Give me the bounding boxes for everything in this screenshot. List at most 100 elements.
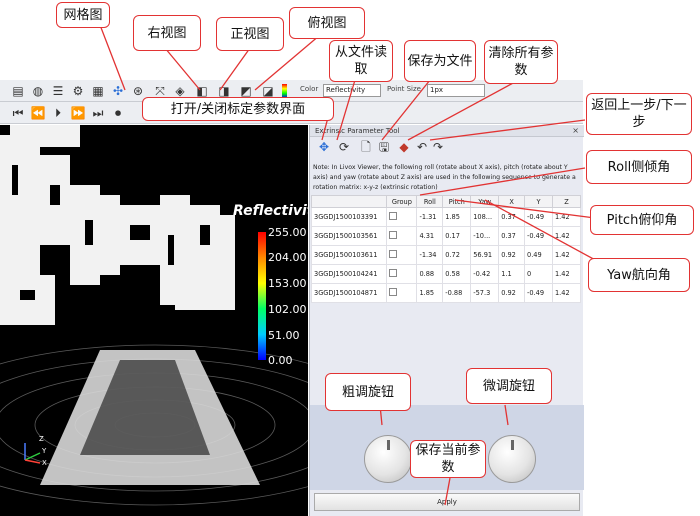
y-cell[interactable]: 0: [524, 264, 553, 284]
legend-tick: 204.00: [268, 251, 307, 264]
legend-tick: 153.00: [268, 277, 307, 290]
table-row[interactable]: 3GGDJ1500103561 4.31 0.17 -10... 0.37 -0…: [310, 226, 582, 246]
y-cell[interactable]: -0.49: [524, 283, 553, 303]
parameter-table: Group Roll Pitch Yaw X Y Z 3GGDJ15001033…: [310, 195, 582, 303]
table-row[interactable]: 3GGDJ1500104871 1.85 -0.88 -57.3 0.92 -0…: [310, 283, 582, 303]
column-header: Group: [386, 195, 418, 208]
point-size-label: Point Size: [387, 85, 421, 93]
record-icon[interactable]: ⏺: [110, 105, 126, 121]
color-bar-icon[interactable]: [282, 84, 287, 98]
column-header: [310, 195, 388, 208]
toggle-panel-icon[interactable]: ✥: [316, 139, 332, 155]
close-icon[interactable]: ×: [572, 125, 579, 137]
column-header: Y: [524, 195, 553, 208]
legend-tick: 51.00: [268, 329, 300, 342]
table-header-row: Group Roll Pitch Yaw X Y Z: [310, 195, 582, 208]
roll-cell[interactable]: 1.85: [416, 283, 444, 303]
color-label: Color: [300, 85, 319, 93]
color-select[interactable]: Reflectivity: [323, 84, 381, 97]
globe-icon[interactable]: ◍: [30, 83, 46, 99]
gear-icon[interactable]: ⚙: [70, 83, 86, 99]
yaw-cell[interactable]: 108...: [470, 207, 500, 227]
callout-right-view: 右视图: [133, 15, 201, 51]
grid-icon[interactable]: ▦: [90, 83, 106, 99]
column-header: Roll: [416, 195, 444, 208]
pitch-cell[interactable]: 1.85: [442, 207, 472, 227]
panel-title: Extrinsic Parameter Tool: [310, 125, 584, 137]
z-cell[interactable]: 1.42: [551, 283, 582, 303]
y-cell[interactable]: -0.49: [524, 207, 553, 227]
yaw-cell[interactable]: -0.42: [470, 264, 500, 284]
roll-cell[interactable]: 0.88: [416, 264, 444, 284]
callout-front-view: 正视图: [216, 17, 284, 51]
rewind-icon[interactable]: ⏪: [30, 105, 46, 121]
pitch-cell[interactable]: 0.58: [442, 264, 472, 284]
apply-button[interactable]: Apply: [314, 493, 580, 511]
roll-cell[interactable]: -1.31: [416, 207, 444, 227]
x-cell[interactable]: 0.37: [498, 207, 525, 227]
axis-label-z: Z: [39, 435, 44, 443]
rotate-icon[interactable]: ⟳: [336, 139, 352, 155]
z-cell[interactable]: 1.42: [551, 226, 582, 246]
callout-yaw: Yaw航向角: [588, 258, 690, 292]
y-cell[interactable]: 0.49: [524, 245, 553, 265]
column-header: Z: [551, 195, 582, 208]
callout-read-file: 从文件读取: [329, 40, 393, 82]
redo-icon[interactable]: ↷: [430, 139, 446, 155]
pitch-cell[interactable]: -0.88: [442, 283, 472, 303]
list-icon[interactable]: ☰: [50, 83, 66, 99]
group-checkbox[interactable]: [386, 207, 418, 227]
fine-knob[interactable]: [488, 435, 536, 483]
table-row[interactable]: 3GGDJ1500103611 -1.34 0.72 56.91 0.92 0.…: [310, 245, 582, 265]
callout-roll: Roll侧倾角: [586, 150, 692, 184]
point-size-select[interactable]: 1px: [427, 84, 485, 97]
callout-fine-knob: 微调旋钮: [466, 368, 552, 404]
save-file-icon[interactable]: 🖫: [376, 139, 392, 155]
group-checkbox[interactable]: [386, 283, 418, 303]
legend-tick: 0.00: [268, 354, 293, 367]
callout-pitch: Pitch俯仰角: [590, 205, 694, 235]
callout-top-view: 俯视图: [289, 7, 365, 39]
yaw-cell[interactable]: 56.91: [470, 245, 500, 265]
group-checkbox[interactable]: [386, 245, 418, 265]
device-id: 3GGDJ1500103561: [310, 226, 388, 246]
sphere-icon[interactable]: ⊛: [130, 83, 146, 99]
eraser-icon[interactable]: ◆: [396, 139, 412, 155]
folder-icon[interactable]: ▤: [10, 83, 26, 99]
yaw-cell[interactable]: -57.3: [470, 283, 500, 303]
pitch-cell[interactable]: 0.17: [442, 226, 472, 246]
z-cell[interactable]: 1.42: [551, 207, 582, 227]
x-cell[interactable]: 0.92: [498, 245, 525, 265]
device-id: 3GGDJ1500104241: [310, 264, 388, 284]
rotation-note: Note: In Livox Viewer, the following rol…: [313, 164, 576, 191]
axis-label-x: X: [42, 459, 47, 467]
skip-end-icon[interactable]: ⏭: [90, 105, 106, 121]
table-row[interactable]: 3GGDJ1500103391 -1.31 1.85 108... 0.37 -…: [310, 207, 582, 227]
forward-icon[interactable]: ⏩: [70, 105, 86, 121]
y-cell[interactable]: -0.49: [524, 226, 553, 246]
skip-start-icon[interactable]: ⏮: [10, 105, 26, 121]
knob-indicator: [387, 440, 390, 450]
coarse-knob[interactable]: [364, 435, 412, 483]
table-row[interactable]: 3GGDJ1500104241 0.88 0.58 -0.42 1.1 0 1.…: [310, 264, 582, 284]
roll-cell[interactable]: 4.31: [416, 226, 444, 246]
z-cell[interactable]: 1.42: [551, 245, 582, 265]
column-header: X: [498, 195, 525, 208]
callout-save-current: 保存当前参数: [410, 440, 486, 478]
undo-icon[interactable]: ↶: [414, 139, 430, 155]
x-cell[interactable]: 0.37: [498, 226, 525, 246]
roll-cell[interactable]: -1.34: [416, 245, 444, 265]
reflectivity-colorbar: [258, 232, 266, 360]
x-cell[interactable]: 0.92: [498, 283, 525, 303]
group-checkbox[interactable]: [386, 226, 418, 246]
open-file-icon[interactable]: 🗋: [358, 139, 374, 155]
x-cell[interactable]: 1.1: [498, 264, 525, 284]
network-icon[interactable]: ✣: [110, 83, 126, 99]
pitch-cell[interactable]: 0.72: [442, 245, 472, 265]
yaw-cell[interactable]: -10...: [470, 226, 500, 246]
play-icon[interactable]: ⏵: [50, 105, 66, 121]
legend-tick: 102.00: [268, 303, 307, 316]
z-cell[interactable]: 1.42: [551, 264, 582, 284]
group-checkbox[interactable]: [386, 264, 418, 284]
device-id: 3GGDJ1500104871: [310, 283, 388, 303]
